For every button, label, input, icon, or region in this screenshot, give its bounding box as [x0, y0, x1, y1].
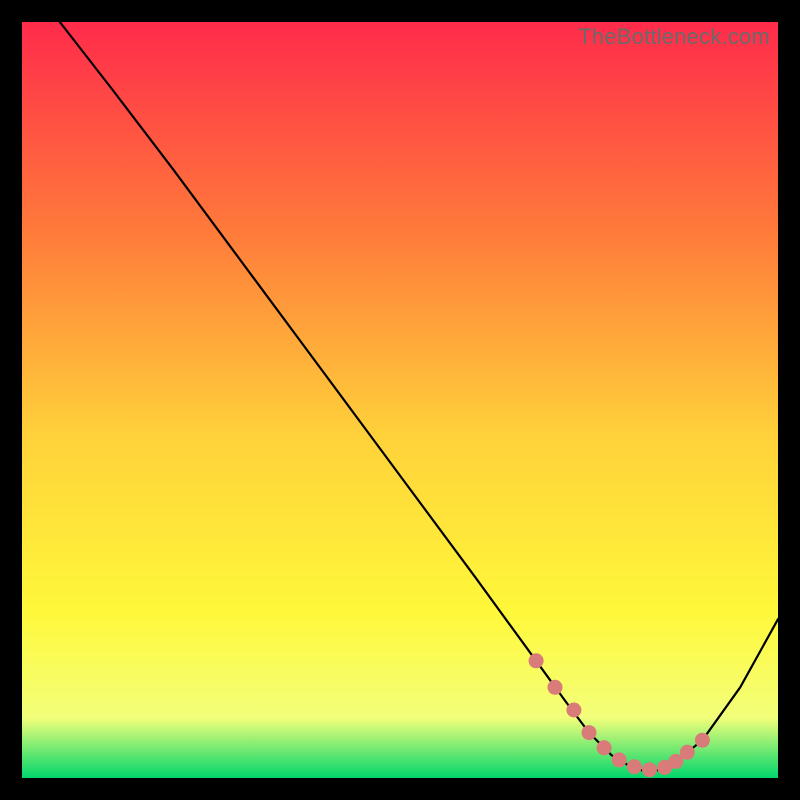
marker-point — [627, 759, 642, 774]
chart-frame: TheBottleneck.com — [22, 22, 778, 778]
marker-point — [582, 725, 597, 740]
marker-point — [680, 745, 695, 760]
marker-point — [612, 752, 627, 767]
marker-point — [695, 733, 710, 748]
marker-point — [548, 680, 563, 695]
marker-point — [529, 653, 544, 668]
bottleneck-plot — [22, 22, 778, 778]
watermark-text: TheBottleneck.com — [578, 24, 770, 50]
marker-point — [566, 703, 581, 718]
marker-point — [597, 740, 612, 755]
marker-point — [642, 762, 657, 777]
gradient-background — [22, 22, 778, 778]
